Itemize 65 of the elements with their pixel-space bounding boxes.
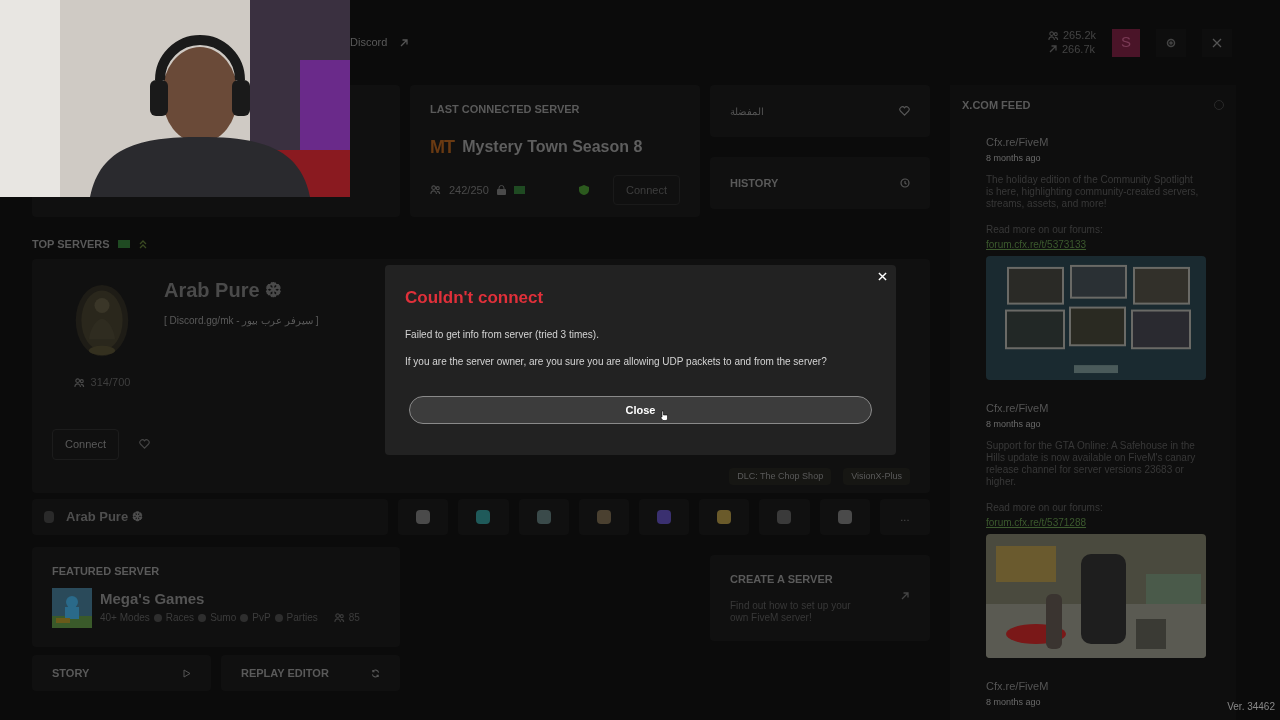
server-tile[interactable] bbox=[819, 499, 870, 535]
peak-count: 266.7k bbox=[1061, 42, 1095, 57]
people-icon bbox=[333, 612, 345, 623]
arrow-up-right-icon bbox=[1047, 44, 1058, 55]
post-author: Cfx.re/FiveM bbox=[986, 400, 1050, 416]
play-icon bbox=[183, 668, 191, 678]
post-time: 8 months ago bbox=[986, 418, 1042, 431]
replay-editor-button[interactable]: REPLAY EDITOR bbox=[221, 655, 400, 691]
dialog-message: If you are the server owner, are you sure you are allowing UDP packets to and from the server? bbox=[405, 354, 828, 369]
collapse-icon[interactable] bbox=[137, 239, 148, 249]
server-tile[interactable] bbox=[699, 499, 750, 535]
server-logo: MT bbox=[430, 135, 455, 159]
people-icon bbox=[1047, 30, 1059, 42]
server-tile[interactable] bbox=[759, 499, 810, 535]
dialog-title: Couldn't connect bbox=[405, 287, 545, 309]
refresh-icon bbox=[371, 668, 380, 678]
section-label: TOP SERVERS bbox=[32, 236, 110, 252]
favorites-card[interactable]: المفضلة bbox=[710, 85, 930, 137]
server-tile[interactable] bbox=[398, 499, 449, 535]
post-time: 8 months ago bbox=[986, 152, 1042, 165]
version-label: Ver. 34462 bbox=[1227, 700, 1275, 714]
settings-icon bbox=[1166, 37, 1176, 48]
close-icon[interactable] bbox=[878, 271, 888, 281]
server-tile[interactable] bbox=[518, 499, 569, 535]
pointer-icon bbox=[660, 410, 668, 421]
server-description: [ Discord.gg/mk - سيرفر عرب بيور ] bbox=[164, 314, 319, 328]
post-link[interactable]: forum.cfx.re/t/5371288 bbox=[986, 514, 1200, 530]
server-tile[interactable] bbox=[578, 499, 629, 535]
arrow-up-right-icon bbox=[900, 591, 910, 601]
dialog-message: Failed to get info from server (tried 3 times). bbox=[405, 327, 600, 342]
player-count: 242/250 bbox=[449, 182, 489, 198]
flag-icon bbox=[513, 185, 525, 194]
discord-link[interactable]: Discord bbox=[350, 34, 410, 51]
flag-icon bbox=[117, 240, 130, 248]
server-name: Mystery Town Season 8 bbox=[462, 137, 643, 157]
people-icon bbox=[430, 184, 441, 196]
heart-icon bbox=[139, 439, 150, 450]
post-author: Cfx.re/FiveM bbox=[986, 678, 1050, 694]
heart-icon bbox=[899, 106, 910, 116]
post-author: Cfx.re/FiveM bbox=[986, 134, 1050, 150]
story-button[interactable]: STORY bbox=[32, 655, 211, 691]
post-link[interactable]: forum.cfx.re/t/5373133 bbox=[986, 236, 1200, 252]
server-tag: DLC: The Chop Shop bbox=[729, 467, 832, 485]
clock-icon bbox=[900, 178, 910, 188]
arrow-up-right-icon bbox=[399, 37, 410, 48]
history-card[interactable]: HISTORY bbox=[710, 157, 930, 209]
server-tile[interactable] bbox=[458, 499, 509, 535]
more-button[interactable]: ... bbox=[879, 499, 930, 535]
info-icon bbox=[1214, 100, 1224, 111]
section-label: LAST CONNECTED SERVER bbox=[430, 102, 581, 117]
server-tag: VisionX-Plus bbox=[843, 467, 910, 485]
lock-icon bbox=[496, 184, 506, 195]
server-name: Arab Pure ❆ bbox=[164, 278, 284, 303]
server-strip-card[interactable]: Arab Pure ❆ bbox=[32, 499, 389, 535]
close-icon bbox=[1212, 37, 1222, 48]
server-tile[interactable] bbox=[638, 499, 690, 535]
section-label: FEATURED SERVER bbox=[52, 564, 161, 579]
post-time: 8 months ago bbox=[986, 696, 1042, 709]
connect-button[interactable]: Connect bbox=[52, 429, 119, 460]
server-icon bbox=[44, 511, 54, 523]
server-name: Mega's Games bbox=[100, 588, 206, 609]
close-button[interactable]: Close bbox=[409, 396, 872, 424]
people-icon bbox=[73, 376, 85, 388]
shield-icon bbox=[579, 184, 589, 195]
feed-title: X.COM FEED bbox=[962, 98, 1031, 113]
